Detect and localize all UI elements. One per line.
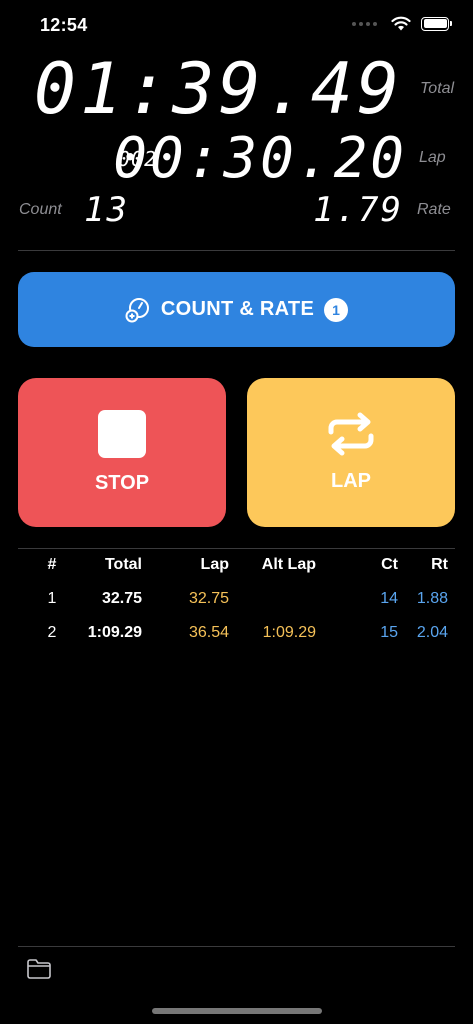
battery-icon bbox=[421, 16, 452, 31]
table-header-row: # Total Lap Alt Lap Ct Rt bbox=[18, 556, 455, 590]
count-rate-label: COUNT & RATE bbox=[160, 298, 315, 320]
row-ct: 14 bbox=[380, 590, 398, 607]
signal-icon bbox=[352, 21, 377, 26]
repeat-arrows-icon bbox=[328, 412, 374, 456]
count-label: Count bbox=[19, 201, 62, 218]
row-num: 2 bbox=[47, 624, 57, 641]
row-alt-lap: 1:09.29 bbox=[262, 624, 316, 641]
count-rate-button[interactable]: COUNT & RATE 1 bbox=[18, 272, 455, 347]
rate-label: Rate bbox=[417, 201, 451, 218]
rate-value-display: 1.79 bbox=[313, 190, 403, 230]
row-total: 32.75 bbox=[101, 590, 142, 607]
folder-icon[interactable] bbox=[26, 958, 52, 980]
row-total: 1:09.29 bbox=[87, 624, 142, 641]
header-total: Total bbox=[104, 556, 142, 573]
stop-label: STOP bbox=[94, 472, 150, 494]
header-alt-lap: Alt Lap bbox=[261, 556, 316, 573]
lap-time-display: 00:30.20 bbox=[113, 126, 407, 191]
header-ct: Ct bbox=[381, 556, 398, 573]
header-num: # bbox=[47, 556, 57, 573]
table-divider bbox=[18, 548, 455, 549]
row-rt: 1.88 bbox=[416, 590, 448, 607]
row-ct: 15 bbox=[380, 624, 398, 641]
bottom-toolbar-divider bbox=[18, 946, 455, 947]
stop-square-icon bbox=[98, 410, 146, 458]
status-bar: 12:54 bbox=[0, 0, 473, 50]
lap-table: # Total Lap Alt Lap Ct Rt 1 32.75 32.75 … bbox=[18, 556, 455, 658]
total-time-display: 01:39.49 bbox=[33, 48, 403, 130]
header-rt: Rt bbox=[431, 556, 448, 573]
table-row[interactable]: 2 1:09.29 36.54 1:09.29 15 2.04 bbox=[18, 624, 455, 658]
lap-button-label: LAP bbox=[331, 470, 371, 492]
gauge-plus-icon bbox=[125, 297, 149, 322]
status-indicators bbox=[352, 16, 452, 31]
home-indicator[interactable] bbox=[152, 1008, 322, 1014]
count-rate-badge: 1 bbox=[324, 297, 349, 322]
stopwatch-screen: 12:54 01:39.49 Total 002 00:30.20 Lap Co… bbox=[0, 0, 473, 1024]
lap-label: Lap bbox=[419, 149, 446, 166]
table-row[interactable]: 1 32.75 32.75 14 1.88 bbox=[18, 590, 455, 624]
wifi-icon bbox=[391, 16, 411, 31]
display-divider bbox=[18, 250, 455, 251]
status-time: 12:54 bbox=[40, 15, 88, 35]
stop-button[interactable]: STOP bbox=[18, 378, 226, 527]
row-lap: 36.54 bbox=[188, 624, 229, 641]
row-rt: 2.04 bbox=[416, 624, 448, 641]
row-num: 1 bbox=[47, 590, 57, 607]
lap-button[interactable]: LAP bbox=[247, 378, 455, 527]
total-label: Total bbox=[420, 80, 455, 97]
row-lap: 32.75 bbox=[188, 590, 229, 607]
count-value-display: 13 bbox=[84, 190, 129, 230]
header-lap: Lap bbox=[200, 556, 229, 573]
